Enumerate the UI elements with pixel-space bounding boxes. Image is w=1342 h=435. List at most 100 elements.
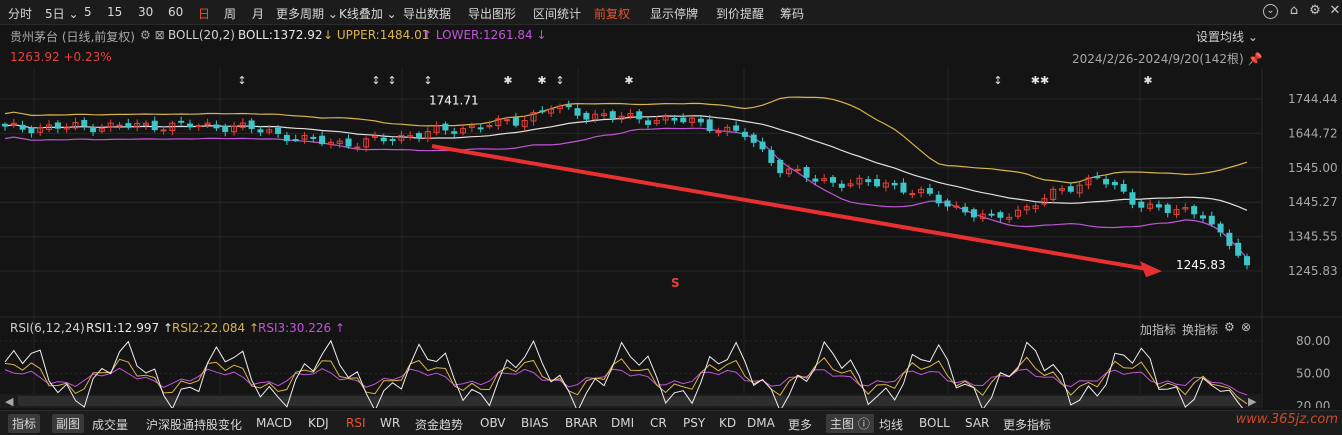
toolbar-item-9[interactable]: 更多周期 ⌄ — [276, 5, 338, 22]
bottom-tab-2[interactable]: 成交量 — [92, 416, 128, 433]
bottom-tab-14[interactable]: PSY — [683, 416, 705, 430]
candle-body — [275, 127, 282, 134]
rsi1-value: RSI1:12.997 ↑ — [86, 321, 174, 335]
boll-lower-line — [4, 127, 1248, 259]
kline-chart[interactable]: 1744.44 1644.72 1545.00 1445.27 1345.55 1245.… — [0, 68, 1342, 408]
rsi-tick: 50.00 — [1296, 367, 1330, 381]
bottom-tab-16[interactable]: DMA — [747, 416, 775, 430]
chevron-down-icon[interactable]: ⌄ — [1263, 4, 1278, 19]
bottom-tab-1[interactable]: 副图 — [52, 414, 85, 433]
candle-body — [865, 179, 872, 183]
add-indicator-button[interactable]: 加指标 — [1140, 321, 1176, 338]
toolbar-item-2[interactable]: 5 — [84, 5, 92, 19]
rsi-close-icon[interactable]: ⊗ — [1241, 320, 1251, 334]
set-ma-button[interactable]: 设置均线 ⌄ — [1196, 28, 1258, 45]
price-tick: 1345.55 — [1288, 230, 1338, 244]
home-icon[interactable]: ⌂ — [1286, 3, 1302, 19]
pin-icon[interactable]: 📌 — [1248, 52, 1263, 66]
boll-name: BOLL(20,2) — [168, 28, 235, 42]
bottom-tab-20[interactable]: BOLL — [919, 416, 950, 430]
bottom-tab-6[interactable]: RSI — [346, 416, 366, 430]
candle-body — [2, 123, 8, 127]
toolbar-item-15[interactable]: 显示停牌 — [650, 5, 698, 22]
high-annotation: 1741.71 — [429, 94, 479, 108]
s-marker: S — [671, 276, 680, 290]
toolbar-item-12[interactable]: 导出图形 — [468, 5, 516, 22]
bottom-tab-21[interactable]: SAR — [965, 416, 989, 430]
price-tick: 1545.00 — [1288, 161, 1338, 175]
bottom-tab-15[interactable]: KD — [719, 416, 736, 430]
candle-body — [926, 188, 933, 194]
candle-body — [944, 200, 951, 207]
indicator-settings-icon[interactable]: ⚙ ⊠ — [140, 28, 165, 42]
bottom-tab-7[interactable]: WR — [380, 416, 400, 430]
candle-body — [997, 212, 1004, 218]
toolbar-item-7[interactable]: 周 — [224, 5, 236, 22]
toolbar-item-14[interactable]: 前复权 — [594, 5, 630, 22]
boll-upper-value: ↓ UPPER:1484.01 — [323, 28, 430, 42]
switch-indicator-button[interactable]: 换指标 — [1182, 321, 1218, 338]
boll-mid-value: BOLL:1372.92 — [238, 28, 323, 42]
toolbar-item-3[interactable]: 15 — [107, 5, 122, 19]
candle-body — [830, 177, 836, 183]
candle-body — [319, 135, 326, 145]
candle-body — [1138, 201, 1145, 208]
bottom-tab-5[interactable]: KDJ — [308, 416, 329, 430]
bottom-tab-19[interactable]: 均线 — [879, 416, 903, 433]
bottom-tab-22[interactable]: 更多指标 — [1003, 416, 1051, 433]
candle-body — [19, 124, 26, 130]
rsi-tick: 80.00 — [1296, 334, 1330, 348]
bottom-tab-4[interactable]: MACD — [256, 416, 292, 430]
candle-body — [451, 131, 458, 134]
stock-label: 贵州茅台 (日线,前复权) — [10, 30, 135, 44]
event-marker-icon: ↕ — [423, 74, 432, 87]
candle-body — [1120, 184, 1127, 192]
bottom-tab-9[interactable]: OBV — [480, 416, 506, 430]
candle-body — [759, 141, 766, 150]
bottom-tab-12[interactable]: DMI — [611, 416, 634, 430]
bottom-tab-3[interactable]: 沪深股通持股变化 — [146, 416, 242, 433]
candle-body — [54, 122, 61, 129]
bottom-tab-18[interactable]: 主图 ⓘ — [826, 414, 874, 433]
rsi-tick: 20.00 — [1296, 399, 1330, 408]
toolbar-item-0[interactable]: 分时 — [8, 5, 32, 22]
candle-body — [116, 124, 123, 127]
event-marker-icon: ✱ — [503, 74, 512, 87]
toolbar-item-5[interactable]: 60 — [168, 5, 183, 19]
candle-body — [292, 139, 299, 142]
candle-body — [222, 125, 229, 132]
candle-body — [512, 117, 519, 126]
candle-body — [442, 123, 449, 131]
candle-body — [90, 126, 97, 133]
candle-body — [1067, 186, 1074, 192]
close-icon[interactable]: ✕ — [1327, 3, 1342, 19]
bottom-tab-10[interactable]: BIAS — [521, 416, 549, 430]
boll-lower-value: ↑ LOWER:1261.84 ↓ — [422, 28, 547, 42]
bottom-tab-11[interactable]: BRAR — [565, 416, 598, 430]
candle-body — [160, 129, 167, 132]
event-marker-icon: ↕ — [237, 74, 246, 87]
rsi-name: RSI(6,12,24) — [10, 321, 85, 335]
toolbar-item-4[interactable]: 30 — [138, 5, 153, 19]
settings-icon[interactable]: ⚙ — [1307, 3, 1323, 19]
candle-body — [380, 137, 387, 142]
toolbar-item-16[interactable]: 到价提醒 — [716, 5, 764, 22]
toolbar-item-8[interactable]: 月 — [252, 5, 264, 22]
toolbar-item-10[interactable]: K线叠加 ⌄ — [339, 5, 397, 22]
candle-body — [777, 159, 784, 174]
candle-body — [1111, 181, 1118, 186]
toolbar-item-13[interactable]: 区间统计 — [533, 5, 581, 22]
toolbar-item-11[interactable]: 导出数据 — [403, 5, 451, 22]
bottom-tab-0[interactable]: 指标 — [8, 414, 41, 433]
rsi-settings-icon[interactable]: ⚙ — [1224, 320, 1235, 334]
toolbar-item-6[interactable]: 日 — [198, 5, 210, 22]
candle-body — [283, 134, 290, 142]
candle-body — [310, 136, 317, 139]
candle-body — [706, 119, 713, 132]
bottom-tab-17[interactable]: 更多 — [788, 416, 812, 433]
toolbar-item-1[interactable]: 5日 ⌄ — [45, 5, 79, 22]
toolbar-item-17[interactable]: 筹码 — [780, 5, 804, 22]
bottom-tab-8[interactable]: 资金趋势 — [415, 416, 463, 433]
bottom-tab-13[interactable]: CR — [650, 416, 667, 430]
candle-body — [345, 138, 352, 147]
